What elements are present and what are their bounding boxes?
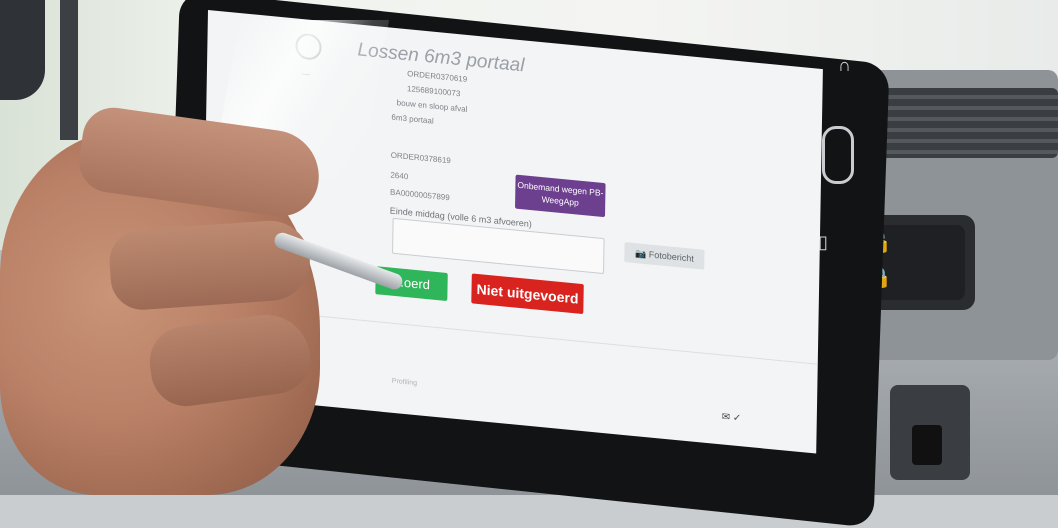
weigh-button[interactable]: Onbemand wegen PB-WeegApp — [515, 174, 606, 218]
window-pillar — [60, 0, 78, 140]
usb-port[interactable] — [912, 425, 942, 465]
side-mirror — [0, 0, 45, 100]
material-type: bouw en sloop afval — [396, 98, 468, 114]
not-done-button[interactable]: Niet uitgevoerd — [471, 273, 584, 315]
camera-icon: 📷 — [634, 248, 647, 260]
divider — [312, 315, 823, 367]
status-icons: ✉ ✓ — [721, 411, 742, 425]
photo-button-label: Fotobericht — [648, 249, 694, 264]
photo-message-button[interactable]: 📷 Fotobericht — [624, 242, 705, 270]
reference-number: 125689100073 — [406, 84, 461, 99]
home-button[interactable] — [822, 126, 854, 184]
remark-input[interactable] — [392, 217, 605, 275]
container-type: 6m3 portaal — [391, 112, 434, 126]
weight-value: 2640 — [390, 170, 409, 182]
container-id: BA00000057899 — [390, 187, 450, 203]
order-number: ORDER0370619 — [407, 69, 468, 84]
back-icon[interactable]: ∩ — [838, 55, 851, 76]
order-number-2: ORDER0378619 — [390, 150, 451, 166]
footer-text: Profiling — [391, 377, 418, 388]
air-vent — [878, 88, 1058, 158]
